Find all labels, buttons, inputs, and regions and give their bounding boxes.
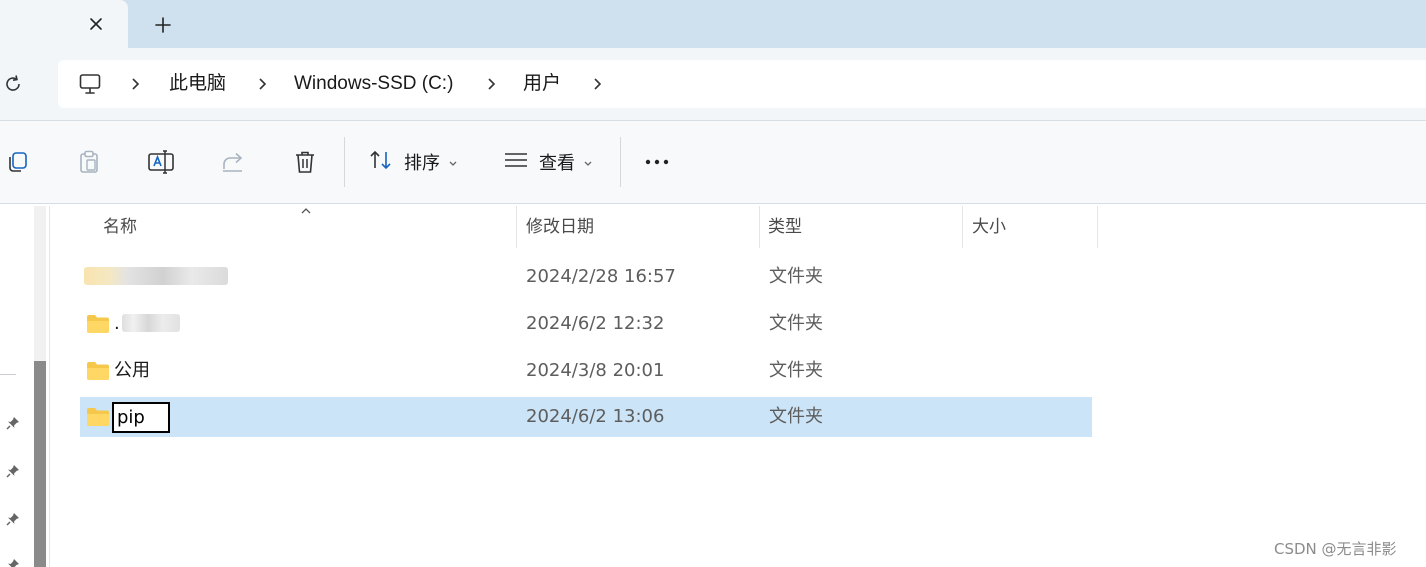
nav-divider — [0, 374, 16, 375]
folder-icon — [86, 361, 110, 385]
nav-scrollbar-thumb[interactable] — [34, 361, 46, 567]
folder-icon — [86, 314, 110, 338]
breadcrumb-drive[interactable]: Windows-SSD (C:) — [294, 71, 453, 97]
close-icon[interactable] — [84, 12, 108, 36]
address-row: 此电脑 Windows-SSD (C:) 用户 — [0, 48, 1426, 120]
pin-icon[interactable] — [4, 510, 22, 528]
chevron-right-icon[interactable] — [590, 76, 604, 92]
rename-input[interactable] — [116, 405, 166, 430]
view-label: 查看 — [539, 153, 575, 174]
view-button[interactable]: 查看 — [503, 147, 593, 177]
copy-icon[interactable] — [0, 147, 34, 177]
pin-icon[interactable] — [4, 556, 22, 567]
paste-icon[interactable] — [72, 147, 106, 177]
folder-icon — [86, 407, 110, 431]
chevron-right-icon[interactable] — [128, 76, 142, 92]
computer-icon[interactable] — [78, 72, 102, 100]
command-bar: 排序 查看 — [0, 120, 1426, 204]
file-row[interactable]: 2024/2/28 16:57 文件夹 — [80, 257, 1092, 297]
rename-field[interactable] — [112, 402, 170, 433]
watermark: CSDN @无言非影 — [1274, 540, 1397, 558]
sort-icon — [368, 148, 394, 176]
toolbar-separator — [344, 137, 345, 187]
breadcrumb-users[interactable]: 用户 — [523, 71, 561, 97]
file-date: 2024/3/8 20:01 — [526, 360, 665, 381]
plus-icon[interactable] — [150, 12, 176, 38]
sort-label: 排序 — [404, 153, 440, 174]
tab-strip — [0, 0, 1426, 48]
file-type: 文件夹 — [769, 313, 823, 334]
file-row[interactable]: 公用 2024/3/8 20:01 文件夹 — [80, 351, 1092, 391]
file-name: 公用 — [114, 360, 150, 381]
navigation-pane — [0, 206, 50, 567]
column-separator[interactable] — [759, 206, 760, 248]
share-icon[interactable] — [216, 147, 250, 177]
more-options-icon[interactable] — [640, 147, 674, 177]
column-separator[interactable] — [516, 206, 517, 248]
file-date: 2024/2/28 16:57 — [526, 266, 676, 287]
active-tab[interactable] — [0, 0, 128, 48]
column-header-row: 名称 修改日期 类型 大小 — [52, 206, 1426, 248]
file-type: 文件夹 — [769, 406, 823, 427]
column-header-size[interactable]: 大小 — [972, 206, 1006, 248]
file-row-selected[interactable]: 2024/6/2 13:06 文件夹 — [80, 397, 1092, 437]
column-separator[interactable] — [962, 206, 963, 248]
address-bar[interactable]: 此电脑 Windows-SSD (C:) 用户 — [58, 60, 1426, 108]
blurred-name — [122, 314, 180, 332]
column-header-type[interactable]: 类型 — [768, 206, 802, 248]
file-type: 文件夹 — [769, 360, 823, 381]
file-date: 2024/6/2 13:06 — [526, 406, 665, 427]
column-separator[interactable] — [1097, 206, 1098, 248]
file-date: 2024/6/2 12:32 — [526, 313, 665, 334]
file-type: 文件夹 — [769, 266, 823, 287]
chevron-right-icon[interactable] — [255, 76, 269, 92]
chevron-down-icon — [448, 153, 458, 172]
file-name: . — [114, 313, 120, 334]
pin-icon[interactable] — [4, 414, 22, 432]
column-header-name[interactable]: 名称 — [103, 206, 137, 248]
refresh-icon[interactable] — [0, 70, 26, 98]
column-header-modified[interactable]: 修改日期 — [526, 206, 594, 248]
view-list-icon — [503, 149, 529, 175]
toolbar-separator — [620, 137, 621, 187]
pin-icon[interactable] — [4, 462, 22, 480]
chevron-right-icon[interactable] — [484, 76, 498, 92]
sort-ascending-icon — [301, 208, 311, 214]
rename-icon[interactable] — [144, 147, 178, 177]
delete-icon[interactable] — [288, 147, 322, 177]
chevron-down-icon — [583, 153, 593, 172]
breadcrumb-this-pc[interactable]: 此电脑 — [169, 71, 226, 97]
file-row[interactable]: . 2024/6/2 12:32 文件夹 — [80, 304, 1092, 344]
blurred-name — [84, 267, 228, 285]
sort-button[interactable]: 排序 — [368, 147, 458, 177]
